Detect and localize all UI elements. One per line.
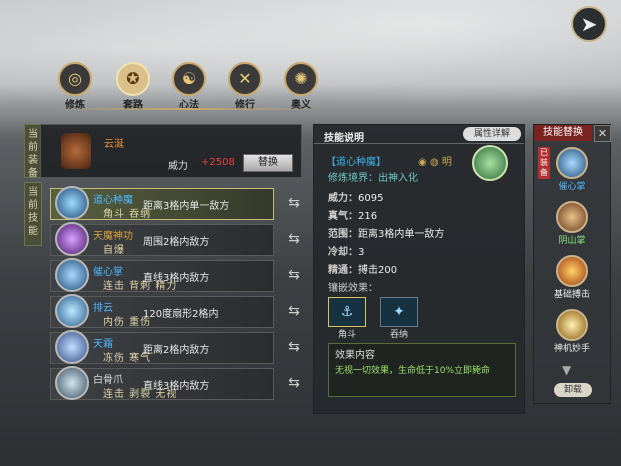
skill-row[interactable]: 天魔神功 自爆 周围2格内敌方 ⇆ <box>50 222 300 256</box>
weapon-icon[interactable] <box>61 133 91 169</box>
skill-icon <box>556 201 588 233</box>
swap-arrows-icon[interactable]: ⇆ <box>283 231 305 251</box>
skill-title: 【道心种魔】 <box>326 157 386 168</box>
rune-slot[interactable]: ✦ 吞纳 <box>380 297 418 341</box>
swap-button[interactable]: 替换 <box>243 154 293 172</box>
power-value: +2508 <box>201 157 235 168</box>
current-skills-list: 道心种魔 角斗 吞纳 距离3格内单一敌方 ⇆ 天魔神功 自爆 周围2格内敌方 ⇆… <box>40 180 300 408</box>
scroll-icon: ✕ <box>228 62 262 96</box>
back-button[interactable]: ➤ <box>571 6 607 42</box>
skill-row[interactable]: 道心种魔 角斗 吞纳 距离3格内单一敌方 ⇆ <box>50 186 300 220</box>
back-arrow-icon: ➤ <box>580 12 598 36</box>
element-marks: ◉ ◍ 明 <box>418 157 452 168</box>
swap-arrows-icon[interactable]: ⇆ <box>283 303 305 323</box>
swap-arrows-icon[interactable]: ⇆ <box>283 375 305 395</box>
yin-yang-icon: ☯ <box>172 62 206 96</box>
flame-icon: ✺ <box>284 62 318 96</box>
skill-icon <box>55 186 89 220</box>
skill-row[interactable]: 催心掌 连击 背刺 精力 直线3格内敌方 ⇆ <box>50 258 300 292</box>
swap-arrows-icon[interactable]: ⇆ <box>283 339 305 359</box>
anchor-icon: ⚓ <box>328 297 366 327</box>
equipped-badge: 已装备 <box>538 147 550 179</box>
rune-slots: ⚓ 角斗 ✦ 吞纳 <box>328 297 428 341</box>
replace-skill-item[interactable]: 基础搏击 <box>552 255 592 300</box>
skill-row[interactable]: 白骨爪 连击 剥裂 无视 直线3格内敌方 ⇆ <box>50 366 300 400</box>
tab-routine[interactable]: ✪ 套路 <box>110 62 156 111</box>
tab-mystery[interactable]: ✺ 奥义 <box>278 62 324 111</box>
equipped-weapon-panel: 云涎 威力 +2508 替换 <box>40 124 302 178</box>
tab-cultivate[interactable]: ◎ 修炼 <box>52 62 98 111</box>
detail-header: 技能说明 <box>324 133 364 144</box>
skill-emblem-icon <box>472 145 508 181</box>
skill-icon <box>55 258 89 292</box>
swirl-icon: ◎ <box>58 62 92 96</box>
unload-button[interactable]: 卸载 <box>554 383 592 397</box>
skill-icon <box>55 222 89 256</box>
skill-icon <box>55 366 89 400</box>
chevron-down-icon[interactable]: ▼ <box>562 363 571 377</box>
tab-practice[interactable]: ✕ 修行 <box>222 62 268 111</box>
skill-row[interactable]: 天霜 冻伤 寒气 距离2格内敌方 ⇆ <box>50 330 300 364</box>
skill-icon <box>556 255 588 287</box>
replace-header: 技能替换 <box>534 125 592 141</box>
martial-figure-icon: ✪ <box>116 62 150 96</box>
replace-skill-item[interactable]: 已装备 催心掌 <box>538 147 592 192</box>
stat-power: 威力：6095 <box>328 193 384 204</box>
power-label: 威力 <box>168 161 188 172</box>
skill-icon <box>556 309 588 341</box>
top-tabs: ◎ 修炼 ✪ 套路 ☯ 心法 ✕ 修行 ✺ 奥义 <box>52 62 324 111</box>
runes-label: 镶嵌效果： <box>328 283 378 294</box>
skill-icon <box>556 147 588 179</box>
tab-mind-method[interactable]: ☯ 心法 <box>166 62 212 111</box>
stat-range: 范围：距离3格内单一敌方 <box>328 229 445 240</box>
swap-arrows-icon[interactable]: ⇆ <box>283 267 305 287</box>
weapon-name: 云涎 <box>104 139 124 150</box>
stat-qi: 真气：216 <box>328 211 378 222</box>
effect-box: 效果内容 无视一切效果，生命低于10%立即毙命 <box>328 343 516 397</box>
spark-icon: ✦ <box>380 297 418 327</box>
stat-cooldown: 冷却：3 <box>328 247 365 258</box>
replace-skill-item[interactable]: 阴山掌 <box>552 201 592 246</box>
swap-arrows-icon[interactable]: ⇆ <box>283 195 305 215</box>
skill-icon <box>55 330 89 364</box>
close-icon[interactable]: ✕ <box>594 125 611 142</box>
tab-divider <box>52 108 322 110</box>
skill-realm: 修炼境界：出神入化 <box>328 173 418 184</box>
effect-header: 效果内容 <box>335 350 375 361</box>
skill-replace-panel: 技能替换 ✕ 已装备 催心掌 阴山掌 基础搏击 神机妙手 ▼ 卸载 <box>533 124 611 404</box>
skill-icon <box>55 294 89 328</box>
stat-mastery: 精通：搏击200 <box>328 265 398 276</box>
replace-skill-item[interactable]: 神机妙手 <box>552 309 592 354</box>
rune-slot[interactable]: ⚓ 角斗 <box>328 297 366 341</box>
attribute-detail-button[interactable]: 属性详解 <box>463 127 521 141</box>
skill-detail-panel: 技能说明 属性详解 【道心种魔】 ◉ ◍ 明 修炼境界：出神入化 威力：6095… <box>313 124 525 414</box>
divider <box>314 143 524 144</box>
skill-row[interactable]: 排云 内伤 重伤 120度扇形2格内 ⇆ <box>50 294 300 328</box>
effect-text: 无视一切效果，生命低于10%立即毙命 <box>335 366 491 376</box>
